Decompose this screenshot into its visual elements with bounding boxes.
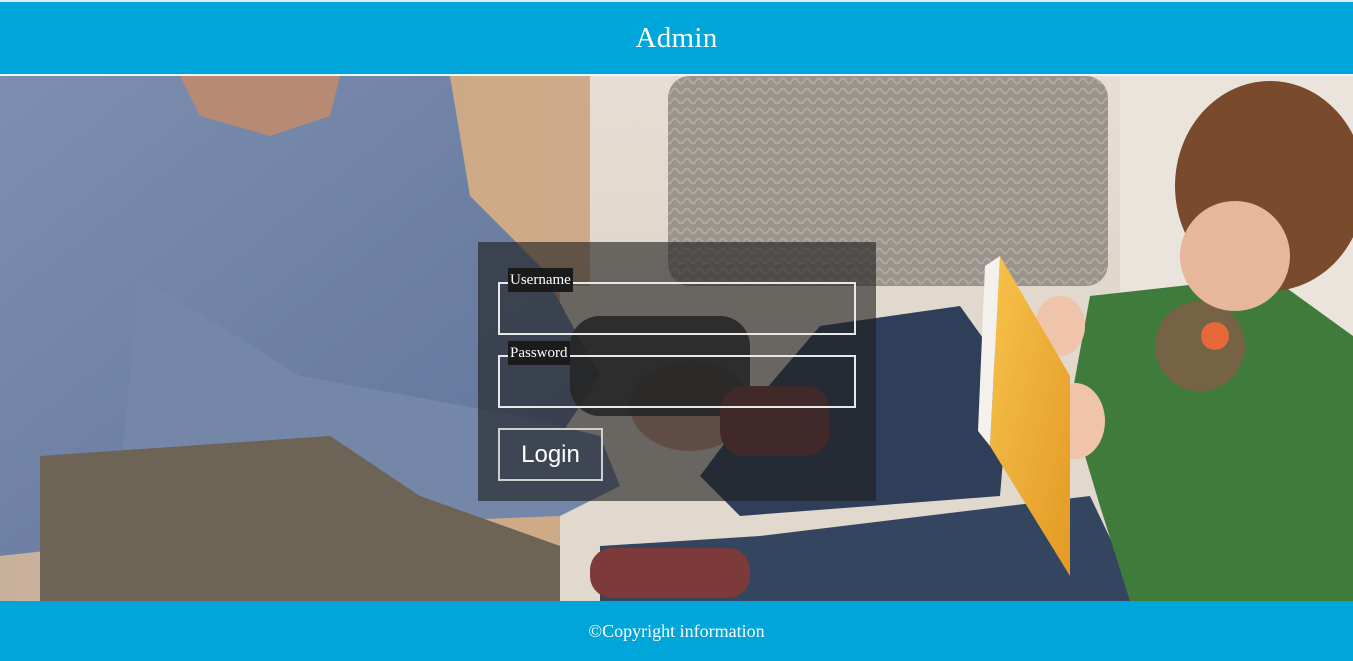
admin-login-page: Admin Username Password Login ©Copyright… bbox=[0, 0, 1353, 661]
footer-bar: ©Copyright information bbox=[0, 601, 1353, 661]
login-form: Username Password Login bbox=[478, 242, 876, 501]
header-bar: Admin bbox=[0, 0, 1353, 76]
login-button[interactable]: Login bbox=[498, 428, 603, 481]
password-input[interactable] bbox=[500, 357, 854, 406]
username-input[interactable] bbox=[500, 284, 854, 333]
page-title: Admin bbox=[635, 21, 718, 54]
copyright-text: ©Copyright information bbox=[588, 620, 765, 641]
password-fieldset: Password bbox=[498, 341, 856, 408]
username-fieldset: Username bbox=[498, 268, 856, 335]
